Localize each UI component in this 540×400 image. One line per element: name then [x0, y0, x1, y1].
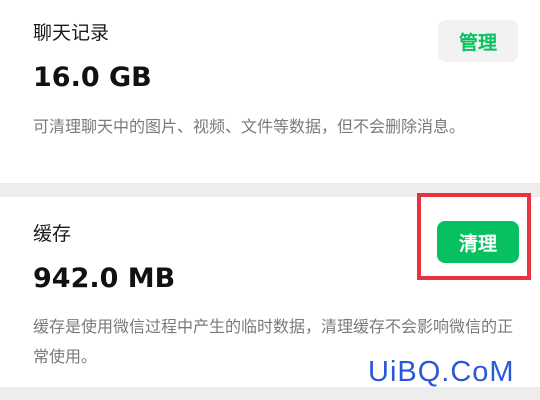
- chat-history-size: 16.0 GB: [33, 62, 152, 93]
- chat-history-card: 聊天记录 16.0 GB 可清理聊天中的图片、视频、文件等数据，但不会删除消息。…: [0, 0, 540, 183]
- chat-history-description: 可清理聊天中的图片、视频、文件等数据，但不会删除消息。: [33, 117, 466, 136]
- manage-button[interactable]: 管理: [438, 20, 518, 62]
- watermark: UiBQ.CoM: [368, 356, 515, 388]
- cache-size: 942.0 MB: [33, 263, 176, 294]
- clean-cache-button[interactable]: 清理: [437, 221, 519, 263]
- cache-title: 缓存: [33, 223, 72, 245]
- chat-history-title: 聊天记录: [33, 22, 110, 44]
